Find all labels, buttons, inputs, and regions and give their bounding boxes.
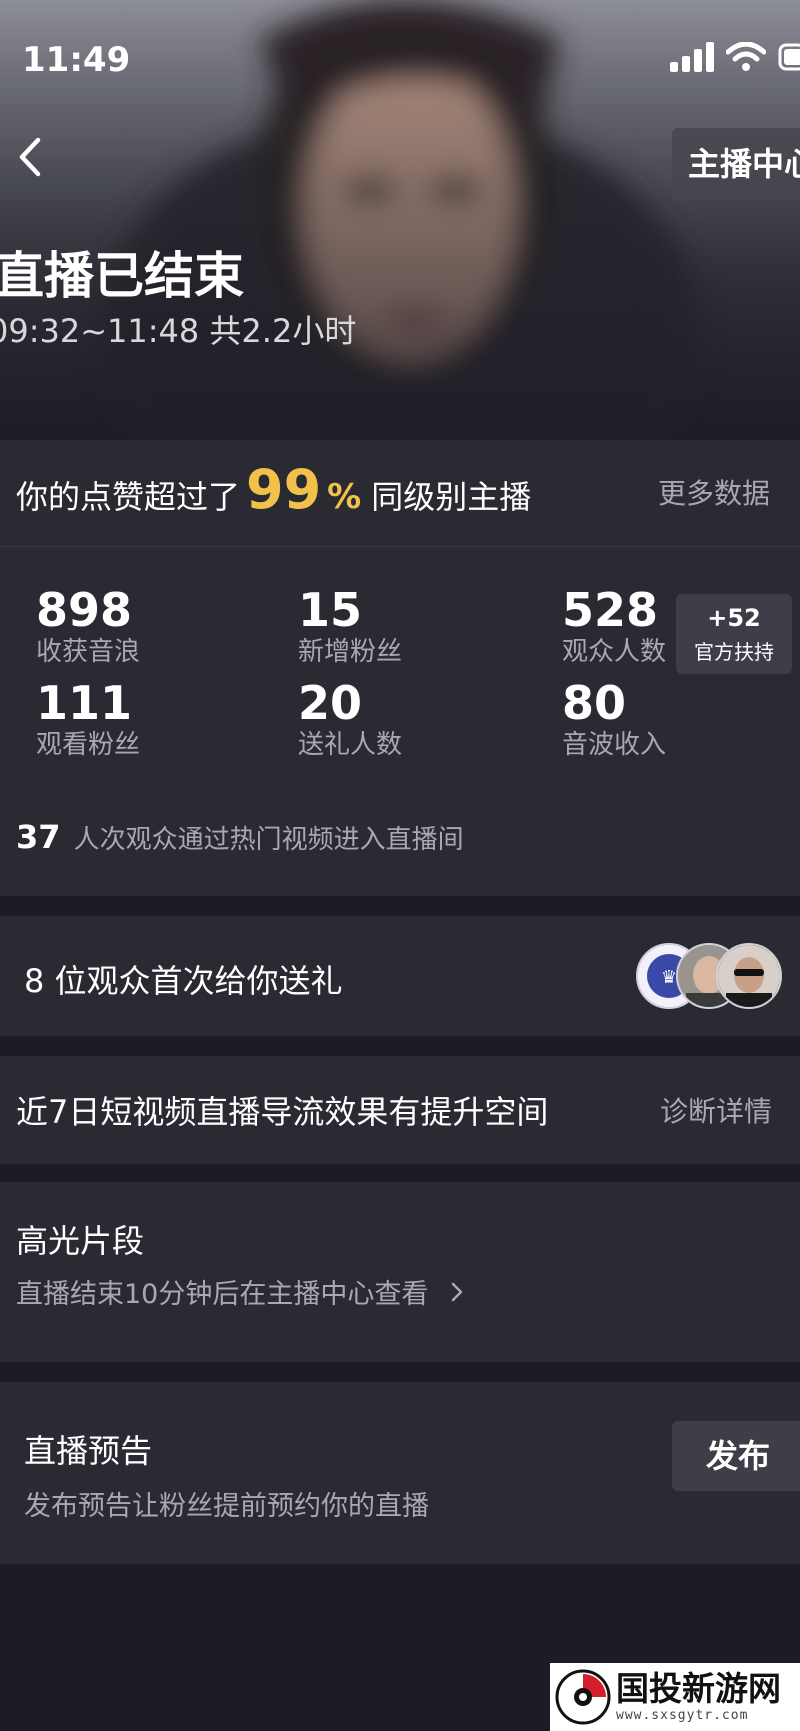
stat-viewers: 528 观众人数 — [562, 585, 666, 669]
wifi-icon — [726, 42, 766, 71]
hero-background: 11:49 主播中心 直播已结束 09:32~11:48 共2.2小时 — [0, 0, 800, 440]
hot-video-count: 37 — [16, 818, 61, 856]
stat-value: 15 — [298, 583, 363, 637]
watermark-url: www.sxsgytr.com — [616, 1708, 749, 1723]
official-support-badge: +52 官方扶持 — [676, 594, 792, 674]
stat-value: 20 — [298, 676, 363, 730]
stat-value: 898 — [36, 583, 133, 637]
back-arrow-icon[interactable] — [10, 132, 50, 182]
stat-value: 111 — [36, 676, 133, 730]
stat-value: 528 — [562, 583, 659, 637]
traffic-diagnosis-text: 近7日短视频直播导流效果有提升空间 — [16, 1093, 549, 1131]
watermark-site-name: 国投新游网 — [616, 1669, 781, 1708]
status-icons — [670, 42, 800, 72]
signal-icon — [670, 42, 714, 72]
stat-wave-income: 80 音波收入 — [562, 678, 666, 762]
likes-percent: 99 — [246, 458, 322, 521]
battery-icon — [778, 43, 800, 71]
likes-suffix: 同级别主播 — [371, 478, 532, 516]
hot-video-text: 人次观众通过热门视频进入直播间 — [73, 825, 464, 855]
stat-sound-waves: 898 收获音浪 — [36, 585, 140, 669]
official-support-value: +52 — [707, 604, 761, 632]
stat-label: 观看粉丝 — [36, 730, 141, 760]
highlights-subtitle: 直播结束10分钟后在主播中心查看 — [16, 1279, 429, 1310]
stat-label: 观众人数 — [562, 637, 667, 667]
first-gift-text: 8 位观众首次给你送礼 — [24, 962, 343, 1000]
more-data-link[interactable]: 更多数据 — [658, 472, 770, 512]
site-logo-icon — [555, 1669, 611, 1725]
hot-video-entry-row[interactable]: 37 人次观众通过热门视频进入直播间 — [16, 818, 464, 856]
likes-ranking-row[interactable]: 你的点赞超过了 99 % 同级别主播 更多数据 — [0, 440, 800, 547]
highlights-title: 高光片段 — [16, 1222, 145, 1260]
stat-label: 新增粉丝 — [298, 637, 403, 667]
stat-value: 80 — [562, 676, 627, 730]
diagnosis-details-link[interactable]: 诊断详情 — [660, 1090, 772, 1130]
watermark-text: 国投新游网 www.sxsgytr.com — [616, 1670, 781, 1724]
highlights-subtitle-row[interactable]: 直播结束10分钟后在主播中心查看 — [16, 1272, 464, 1311]
preview-title: 直播预告 — [24, 1432, 153, 1470]
chevron-right-icon — [452, 1282, 463, 1301]
likes-ranking-text: 你的点赞超过了 99 % 同级别主播 — [16, 458, 532, 521]
gift-giver-avatars[interactable]: ♛ — [636, 943, 782, 1009]
likes-percent-sign: % — [327, 477, 362, 517]
status-time: 11:49 — [22, 40, 131, 80]
likes-prefix: 你的点赞超过了 — [16, 478, 241, 516]
svg-text:♛: ♛ — [661, 967, 677, 988]
stat-fan-viewers: 111 观看粉丝 — [36, 678, 140, 762]
live-time-range: 09:32~11:48 共2.2小时 — [0, 312, 357, 350]
stat-label: 送礼人数 — [298, 730, 403, 760]
official-support-label: 官方扶持 — [694, 640, 774, 664]
site-watermark: 国投新游网 www.sxsgytr.com — [550, 1663, 800, 1731]
status-bar: 11:49 — [0, 30, 800, 90]
stat-label: 收获音浪 — [36, 637, 141, 667]
stat-new-fans: 15 新增粉丝 — [298, 585, 402, 669]
stat-label: 音波收入 — [562, 730, 667, 760]
publish-button[interactable]: 发布 — [672, 1421, 800, 1491]
preview-subtitle: 发布预告让粉丝提前预约你的直播 — [24, 1491, 429, 1522]
avatar — [716, 943, 782, 1009]
avatar-image — [718, 945, 780, 1007]
stat-gift-givers: 20 送礼人数 — [298, 678, 402, 762]
page-title: 直播已结束 — [0, 247, 244, 305]
streamer-center-button[interactable]: 主播中心 — [672, 128, 800, 200]
